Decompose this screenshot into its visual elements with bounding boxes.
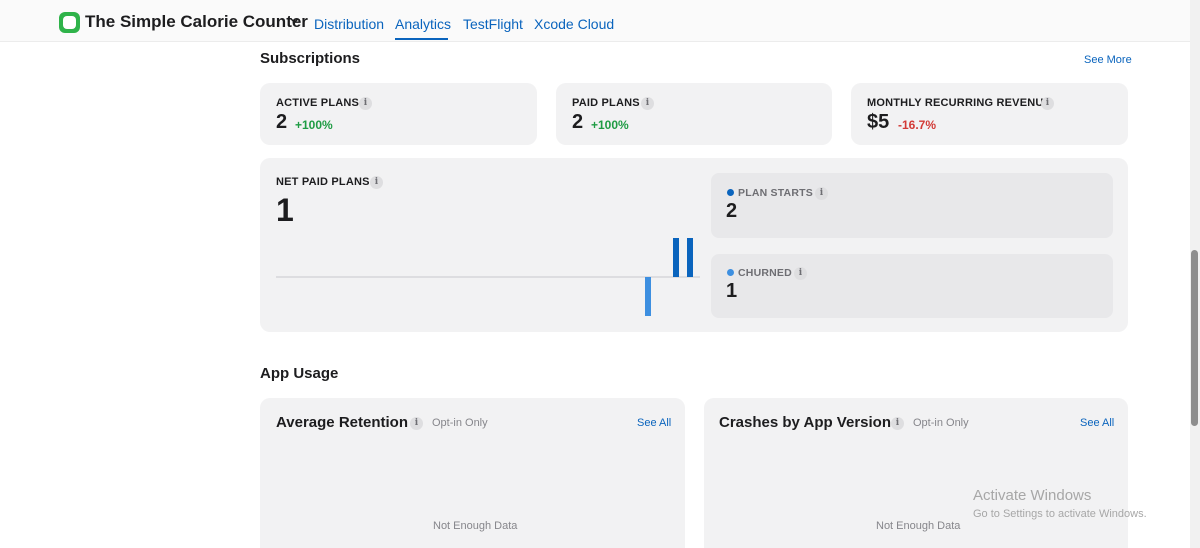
opt-in-label: Opt-in Only [913,417,969,429]
scrollbar-thumb[interactable] [1191,250,1198,426]
tab-distribution[interactable]: Distribution [314,16,384,32]
tab-analytics[interactable]: Analytics [395,16,451,32]
churned-legend-dot [727,269,734,276]
active-plans-value: 2 [276,111,288,133]
active-plans-label: ACTIVE PLANS [276,97,360,109]
plan-starts-legend-dot [727,189,734,196]
chevron-down-icon[interactable] [290,16,299,25]
plan-starts-label: PLAN STARTS [738,187,813,199]
churned-card[interactable]: CHURNED i 1 [711,254,1113,318]
info-icon[interactable]: i [815,187,828,200]
plan-starts-bar [687,238,693,277]
plan-starts-bar [673,238,679,277]
active-tab-indicator [395,38,448,40]
retention-see-all-link[interactable]: See All [637,417,671,429]
active-plans-card[interactable]: ACTIVE PLANS i 2 +100% [260,83,537,145]
crashes-title: Crashes by App Version [719,414,892,431]
mrr-card[interactable]: MONTHLY RECURRING REVENUE i $5 -16.7% [851,83,1128,145]
app-usage-heading: App Usage [260,365,339,382]
see-more-link[interactable]: See More [1084,54,1132,66]
plan-starts-value: 2 [726,200,738,222]
active-plans-delta: +100% [295,118,333,132]
info-icon[interactable]: i [370,176,383,189]
mrr-delta: -16.7% [898,118,937,132]
paid-plans-card[interactable]: PAID PLANS i 2 +100% [556,83,832,145]
info-icon[interactable]: i [410,417,423,430]
crashes-empty-state: Not Enough Data [876,520,961,532]
info-icon[interactable]: i [891,417,904,430]
opt-in-label: Opt-in Only [432,417,488,429]
paid-plans-label: PAID PLANS [572,97,640,109]
average-retention-panel: Average Retention i Opt-in Only See All … [260,398,685,548]
activate-windows-watermark: Activate Windows [973,487,1092,504]
net-paid-plans-label: NET PAID PLANS [276,176,370,188]
app-title[interactable]: The Simple Calorie Counter [85,12,308,32]
info-icon[interactable]: i [641,97,654,110]
net-paid-plans-value: 1 [276,192,294,228]
tab-xcode-cloud[interactable]: Xcode Cloud [534,16,614,32]
churned-bar [645,277,651,316]
churned-label: CHURNED [738,267,792,279]
retention-empty-state: Not Enough Data [433,520,518,532]
app-icon[interactable] [59,12,80,33]
crashes-panel: Crashes by App Version i Opt-in Only See… [704,398,1128,548]
activate-windows-subtext: Go to Settings to activate Windows. [973,508,1147,520]
mrr-value: $5 [867,111,890,133]
net-paid-plans-chart [276,238,700,316]
subscriptions-heading: Subscriptions [260,50,361,67]
top-nav-bar: The Simple Calorie Counter Distribution … [0,0,1190,42]
net-paid-plans-card: NET PAID PLANS i 1 PLAN STARTS i 2 CHURN… [260,158,1128,332]
churned-value: 1 [726,280,738,302]
average-retention-title: Average Retention [276,414,408,431]
paid-plans-delta: +100% [591,118,629,132]
info-icon[interactable]: i [359,97,372,110]
plan-starts-card[interactable]: PLAN STARTS i 2 [711,173,1113,238]
mrr-label: MONTHLY RECURRING REVENUE [867,97,1052,109]
info-icon[interactable]: i [794,267,807,280]
paid-plans-value: 2 [572,111,584,133]
info-icon[interactable]: i [1041,97,1054,110]
crashes-see-all-link[interactable]: See All [1080,417,1114,429]
tab-testflight[interactable]: TestFlight [463,16,523,32]
